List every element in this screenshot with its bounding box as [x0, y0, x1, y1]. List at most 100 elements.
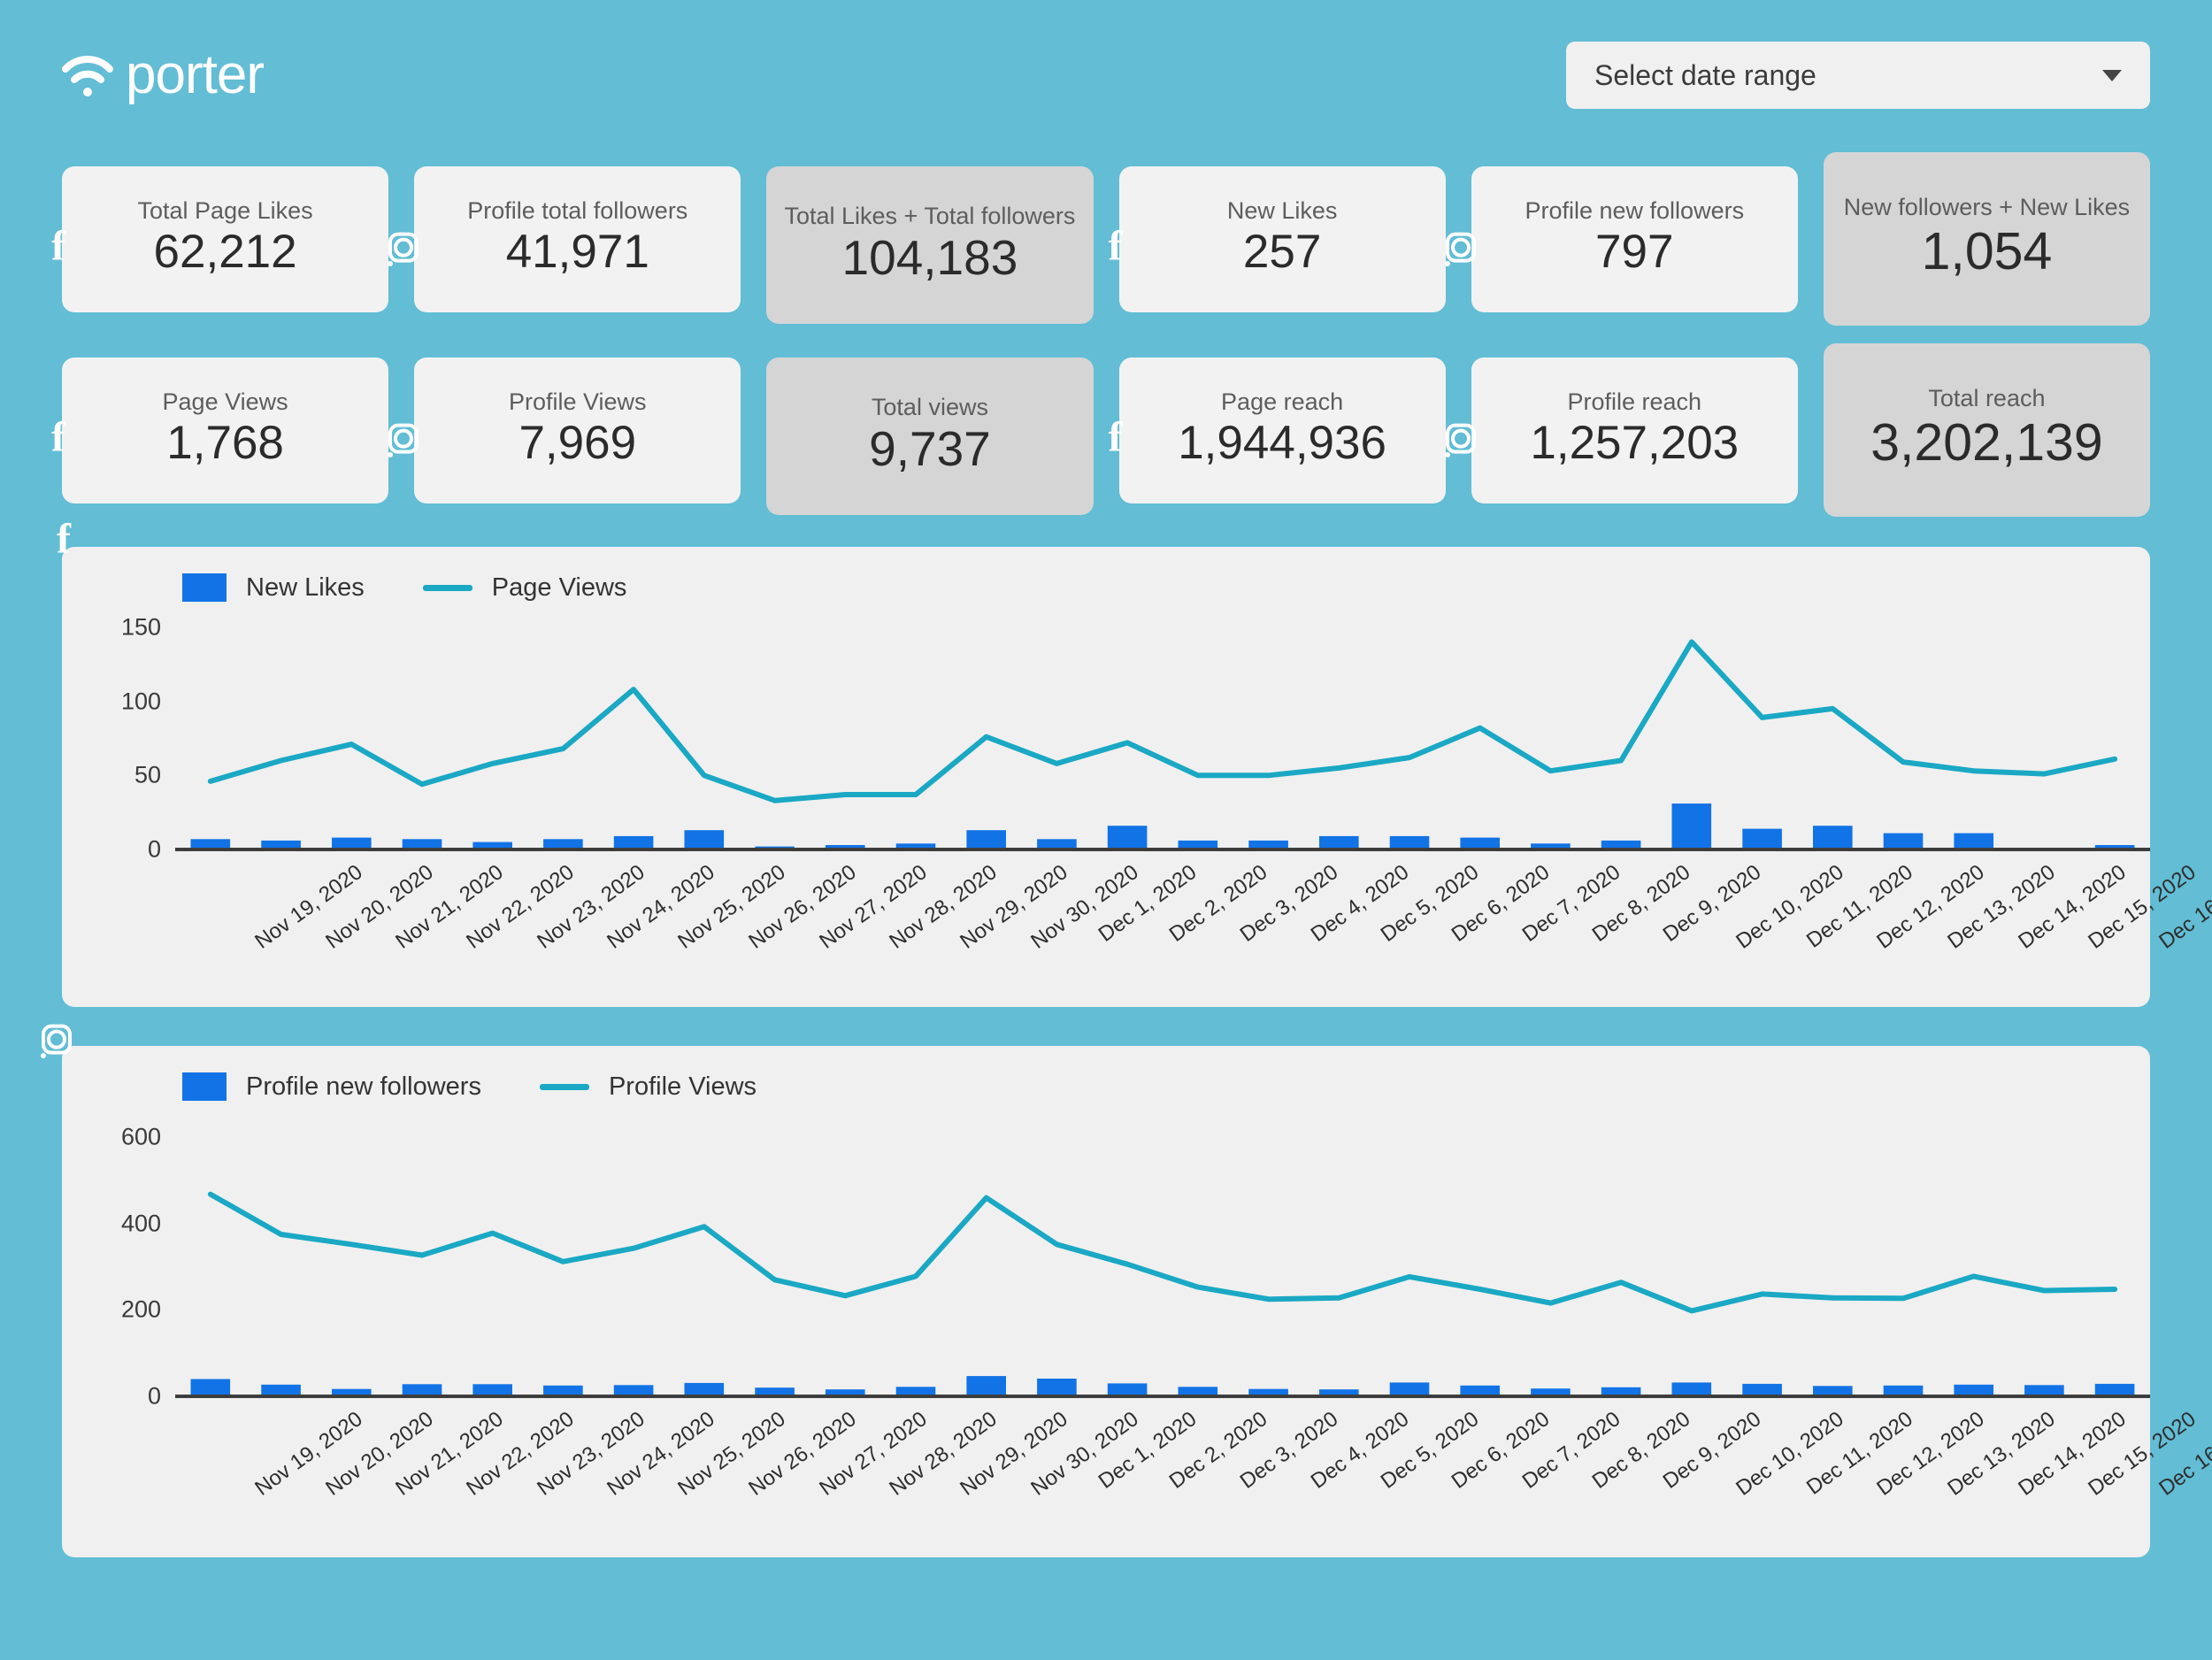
legend-label: Page Views: [491, 573, 627, 602]
kpi-card[interactable]: Page reach 1,944,936: [1118, 357, 1446, 503]
facebook-icon: [1109, 438, 1164, 502]
y-axis-tick: 0: [147, 835, 161, 863]
kpi-card[interactable]: Page Views 1,768: [62, 357, 389, 503]
plot-area: 0 200 400 600: [83, 1111, 2150, 1410]
kpi-value: 1,257,203: [1530, 417, 1740, 470]
legend-item-page-views[interactable]: Page Views: [422, 573, 627, 603]
facebook-icon: [51, 438, 106, 502]
kpi-label: Profile new followers: [1525, 197, 1745, 225]
facebook-icon: [57, 540, 111, 603]
kpi-card[interactable]: New followers + New Likes 1,054: [1823, 152, 2151, 326]
y-axis-tick: 600: [120, 1123, 161, 1150]
facebook-chart-legend: New Likes Page Views: [83, 563, 2129, 612]
bar[interactable]: [1671, 803, 1712, 849]
line-series[interactable]: [207, 1191, 2118, 1314]
line-swatch-icon: [422, 584, 472, 591]
bar[interactable]: [684, 1382, 725, 1396]
kpi-card[interactable]: Total Likes + Total followers 104,183: [766, 166, 1094, 324]
plot-area: 0 50 100 150: [83, 612, 2150, 863]
kpi-value: 62,212: [153, 226, 297, 279]
legend-item-new-likes[interactable]: New Likes: [182, 573, 365, 603]
y-axis-tick: 100: [120, 688, 161, 714]
kpi-card[interactable]: Profile total followers 41,971: [388, 166, 741, 312]
kpi-value: 1,054: [1921, 222, 2053, 281]
kpi-value: 104,183: [841, 230, 1018, 286]
kpi-value: 1,768: [166, 417, 284, 470]
legend-label: New Likes: [246, 573, 365, 602]
facebook-icon: [51, 247, 106, 311]
kpi-card[interactable]: Profile new followers 797: [1444, 166, 1798, 312]
x-axis-labels: Nov 19, 2020 Nov 20, 2020 Nov 21, 2020 Nov …: [175, 1402, 2212, 1508]
chevron-down-icon: [2102, 69, 2122, 81]
bar[interactable]: [1460, 837, 1500, 849]
kpi-value: 797: [1595, 226, 1674, 279]
x-axis-labels: Nov 19, 2020 Nov 20, 2020 Nov 21, 2020 Nov …: [175, 855, 2212, 961]
bar[interactable]: [1107, 1383, 1148, 1396]
y-axis-tick: 200: [120, 1295, 161, 1323]
bar[interactable]: [1037, 1379, 1077, 1396]
kpi-label: Total views: [871, 393, 988, 420]
bar[interactable]: [1742, 1383, 1782, 1396]
bar[interactable]: [472, 1384, 512, 1396]
kpi-card[interactable]: Total Page Likes 62,212: [62, 166, 389, 312]
bar[interactable]: [1107, 826, 1148, 849]
bar[interactable]: [684, 830, 725, 849]
bar[interactable]: [1954, 833, 1993, 849]
bar-swatch-icon: [182, 573, 227, 602]
kpi-label: New followers + New Likes: [1843, 194, 2131, 221]
bar[interactable]: [1319, 835, 1359, 849]
kpi-value: 9,737: [869, 421, 991, 477]
kpi-value: 41,971: [505, 226, 649, 279]
legend-label: Profile new followers: [246, 1072, 481, 1101]
bar[interactable]: [402, 1384, 442, 1396]
kpi-card[interactable]: Total views 9,737: [766, 357, 1094, 515]
facebook-icon: [1109, 247, 1164, 311]
kpi-value: 7,969: [518, 417, 637, 470]
bar[interactable]: [966, 1376, 1006, 1396]
legend-item-profile-new-followers[interactable]: Profile new followers: [182, 1072, 481, 1102]
kpi-label: Profile reach: [1567, 388, 1702, 416]
instagram-chart-panel: Profile new followers Profile Views 0 200…: [41, 1024, 2212, 1557]
kpi-label: Profile total followers: [467, 197, 688, 225]
instagram-icon: [1444, 232, 1516, 311]
line-series[interactable]: [207, 639, 2118, 803]
bar[interactable]: [1813, 826, 1853, 849]
kpi-row-followers: Total Page Likes 62,212 Profile total foll…: [53, 152, 2159, 326]
bar[interactable]: [190, 1379, 231, 1397]
kpi-card[interactable]: Profile Views 7,969: [388, 357, 741, 503]
kpi-label: Profile Views: [508, 388, 647, 416]
bar-swatch-icon: [182, 1072, 227, 1101]
bar[interactable]: [2094, 1383, 2135, 1396]
legend-label: Profile Views: [608, 1072, 757, 1101]
y-axis-tick: 50: [134, 761, 161, 788]
kpi-label: Total Likes + Total followers: [784, 202, 1076, 229]
y-axis-tick: 150: [120, 613, 161, 641]
bar[interactable]: [332, 837, 372, 849]
instagram-icon: [1444, 423, 1516, 502]
wifi-icon: [62, 50, 113, 101]
instagram-icon: [388, 423, 458, 502]
kpi-card[interactable]: Total reach 3,202,139: [1823, 343, 2151, 517]
date-range-selector[interactable]: Select date range: [1566, 42, 2150, 109]
y-axis: 0 50 100 150: [83, 612, 172, 862]
bar[interactable]: [613, 835, 654, 849]
facebook-plot: 0 50 100 150 Nov 19, 2020 Nov 20, 2020 Nov 21…: [83, 612, 2212, 961]
instagram-chart-legend: Profile new followers Profile Views: [83, 1062, 2129, 1111]
instagram-plot: 0 200 400 600 Nov 19, 2020 Nov 20, 2020 Nov 2…: [83, 1111, 2212, 1508]
bar[interactable]: [966, 830, 1006, 849]
bar[interactable]: [1883, 833, 1924, 849]
y-axis-tick: 0: [147, 1382, 161, 1410]
kpi-label: Page reach: [1221, 388, 1344, 416]
kpi-card[interactable]: Profile reach 1,257,203: [1444, 357, 1798, 503]
bar[interactable]: [1671, 1382, 1712, 1396]
bar[interactable]: [1389, 1382, 1430, 1396]
date-range-label: Select date range: [1594, 58, 1816, 91]
y-axis: 0 200 400 600: [83, 1111, 172, 1410]
bar[interactable]: [1389, 835, 1430, 849]
kpi-card[interactable]: New Likes 257: [1118, 166, 1446, 312]
chart-svg: [175, 1191, 2150, 1398]
legend-item-profile-views[interactable]: Profile Views: [539, 1072, 757, 1102]
kpi-value: 257: [1242, 226, 1322, 279]
bar[interactable]: [1742, 828, 1782, 849]
kpi-value: 3,202,139: [1870, 413, 2103, 473]
